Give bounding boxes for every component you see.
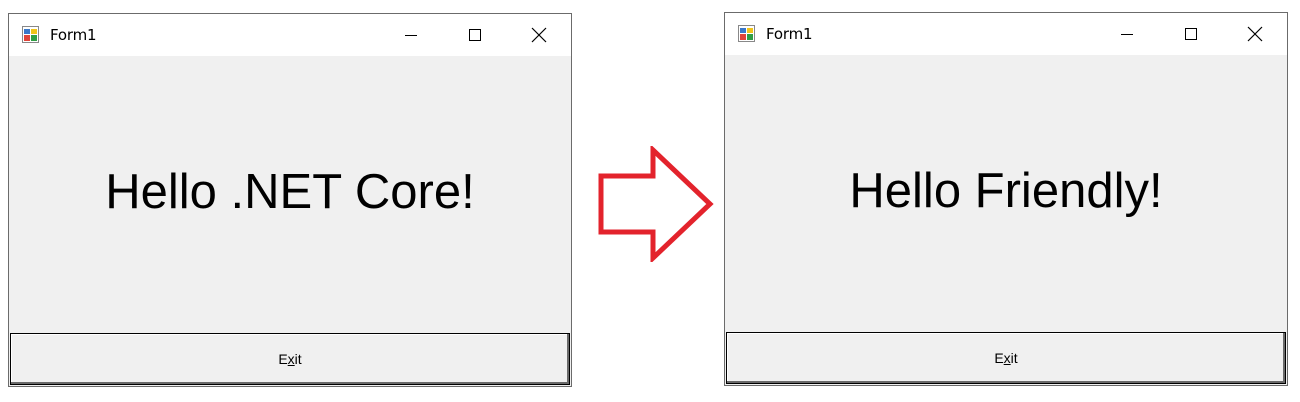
form-app-icon <box>738 25 755 42</box>
exit-button[interactable]: Exit <box>10 333 570 385</box>
exit-button-label: Exit <box>278 351 302 367</box>
form-window-right: Form1 Hello Friendly! Exit <box>724 12 1288 386</box>
exit-button-label: Exit <box>994 350 1018 366</box>
window-title: Form1 <box>50 26 97 44</box>
minimize-button[interactable] <box>1095 13 1159 55</box>
title-bar[interactable]: Form1 <box>9 14 571 56</box>
minimize-icon <box>1121 34 1133 35</box>
close-icon <box>531 27 547 43</box>
maximize-button[interactable] <box>443 14 507 56</box>
close-button[interactable] <box>1223 13 1287 55</box>
screenshot-stage: Form1 Hello .NET Core! Exit Form1 Hello … <box>0 0 1300 402</box>
minimize-icon <box>405 35 417 36</box>
maximize-icon <box>469 29 481 41</box>
form-window-left: Form1 Hello .NET Core! Exit <box>8 13 572 387</box>
form-app-icon <box>22 26 39 43</box>
hello-label: Hello .NET Core! <box>105 165 475 219</box>
maximize-icon <box>1185 28 1197 40</box>
form-client-area: Hello Friendly! Exit <box>725 55 1287 385</box>
title-bar[interactable]: Form1 <box>725 13 1287 55</box>
window-title: Form1 <box>766 25 813 43</box>
maximize-button[interactable] <box>1159 13 1223 55</box>
close-button[interactable] <box>507 14 571 56</box>
right-arrow-icon <box>598 146 714 262</box>
form-client-area: Hello .NET Core! Exit <box>9 56 571 386</box>
minimize-button[interactable] <box>379 14 443 56</box>
exit-button[interactable]: Exit <box>726 332 1286 384</box>
hello-label: Hello Friendly! <box>849 164 1163 218</box>
close-icon <box>1247 26 1263 42</box>
